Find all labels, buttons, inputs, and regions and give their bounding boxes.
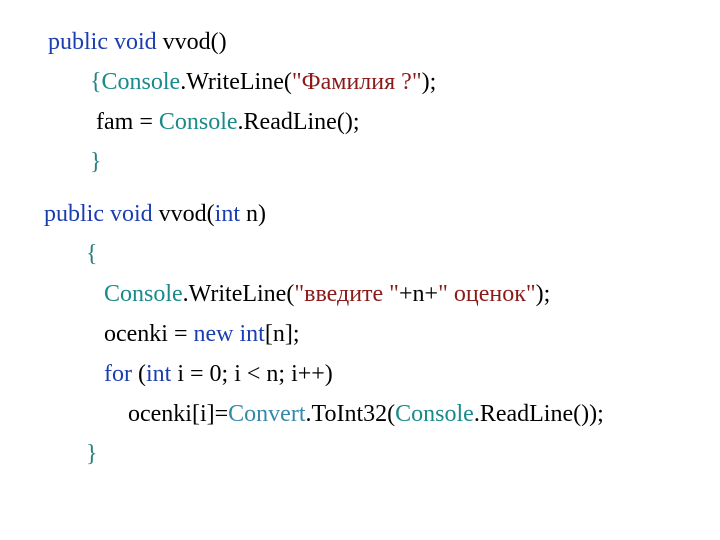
method-writeline: WriteLine bbox=[189, 281, 287, 307]
method-vvod-int: public void vvod(int n) { Console.WriteL… bbox=[0, 202, 720, 466]
code-line: Console.WriteLine("введите "+n+" оценок"… bbox=[44, 282, 720, 306]
method-vvod-noargs: public void vvod() {Console.WriteLine("Ф… bbox=[0, 30, 720, 174]
method-signature: public void vvod(int n) bbox=[44, 202, 720, 226]
string-literal: "Фамилия ?" bbox=[292, 69, 422, 95]
keyword-public: public bbox=[44, 201, 104, 227]
class-console: Console bbox=[102, 69, 181, 95]
method-name: vvod( bbox=[159, 201, 215, 227]
method-readline: ReadLine bbox=[244, 109, 337, 135]
brace-open: { bbox=[86, 241, 98, 267]
class-convert: Convert bbox=[228, 401, 305, 427]
keyword-for: for bbox=[104, 361, 132, 387]
code-line: } bbox=[48, 150, 720, 174]
keyword-void: void bbox=[110, 201, 153, 227]
keyword-void: void bbox=[114, 29, 157, 55]
string-literal: " оценок" bbox=[438, 281, 536, 307]
method-writeline: WriteLine bbox=[186, 69, 284, 95]
brace-open: { bbox=[90, 69, 102, 95]
class-console: Console bbox=[159, 109, 238, 135]
brace-close: } bbox=[86, 441, 98, 467]
brace-close: } bbox=[90, 149, 102, 175]
code-line: { bbox=[44, 242, 720, 266]
method-readline: ReadLine bbox=[480, 401, 573, 427]
code-line: fam = Console.ReadLine(); bbox=[48, 110, 720, 134]
class-console: Console bbox=[395, 401, 474, 427]
keyword-public: public bbox=[48, 29, 108, 55]
keyword-int: int bbox=[146, 361, 171, 387]
code-line: } bbox=[44, 442, 720, 466]
string-literal: "введите " bbox=[294, 281, 399, 307]
code-document: public void vvod() {Console.WriteLine("Ф… bbox=[0, 0, 720, 466]
code-line: {Console.WriteLine("Фамилия ?"); bbox=[48, 70, 720, 94]
method-signature: public void vvod() bbox=[48, 30, 720, 54]
method-name: vvod() bbox=[163, 29, 227, 55]
code-line: ocenki[i]=Convert.ToInt32(Console.ReadLi… bbox=[44, 402, 720, 426]
method-toint32: ToInt32 bbox=[312, 401, 388, 427]
keyword-int: int bbox=[240, 321, 265, 347]
keyword-int: int bbox=[215, 201, 240, 227]
code-line: ocenki = new int[n]; bbox=[44, 322, 720, 346]
code-line: for (int i = 0; i < n; i++) bbox=[44, 362, 720, 386]
keyword-new: new bbox=[194, 321, 234, 347]
class-console: Console bbox=[104, 281, 183, 307]
